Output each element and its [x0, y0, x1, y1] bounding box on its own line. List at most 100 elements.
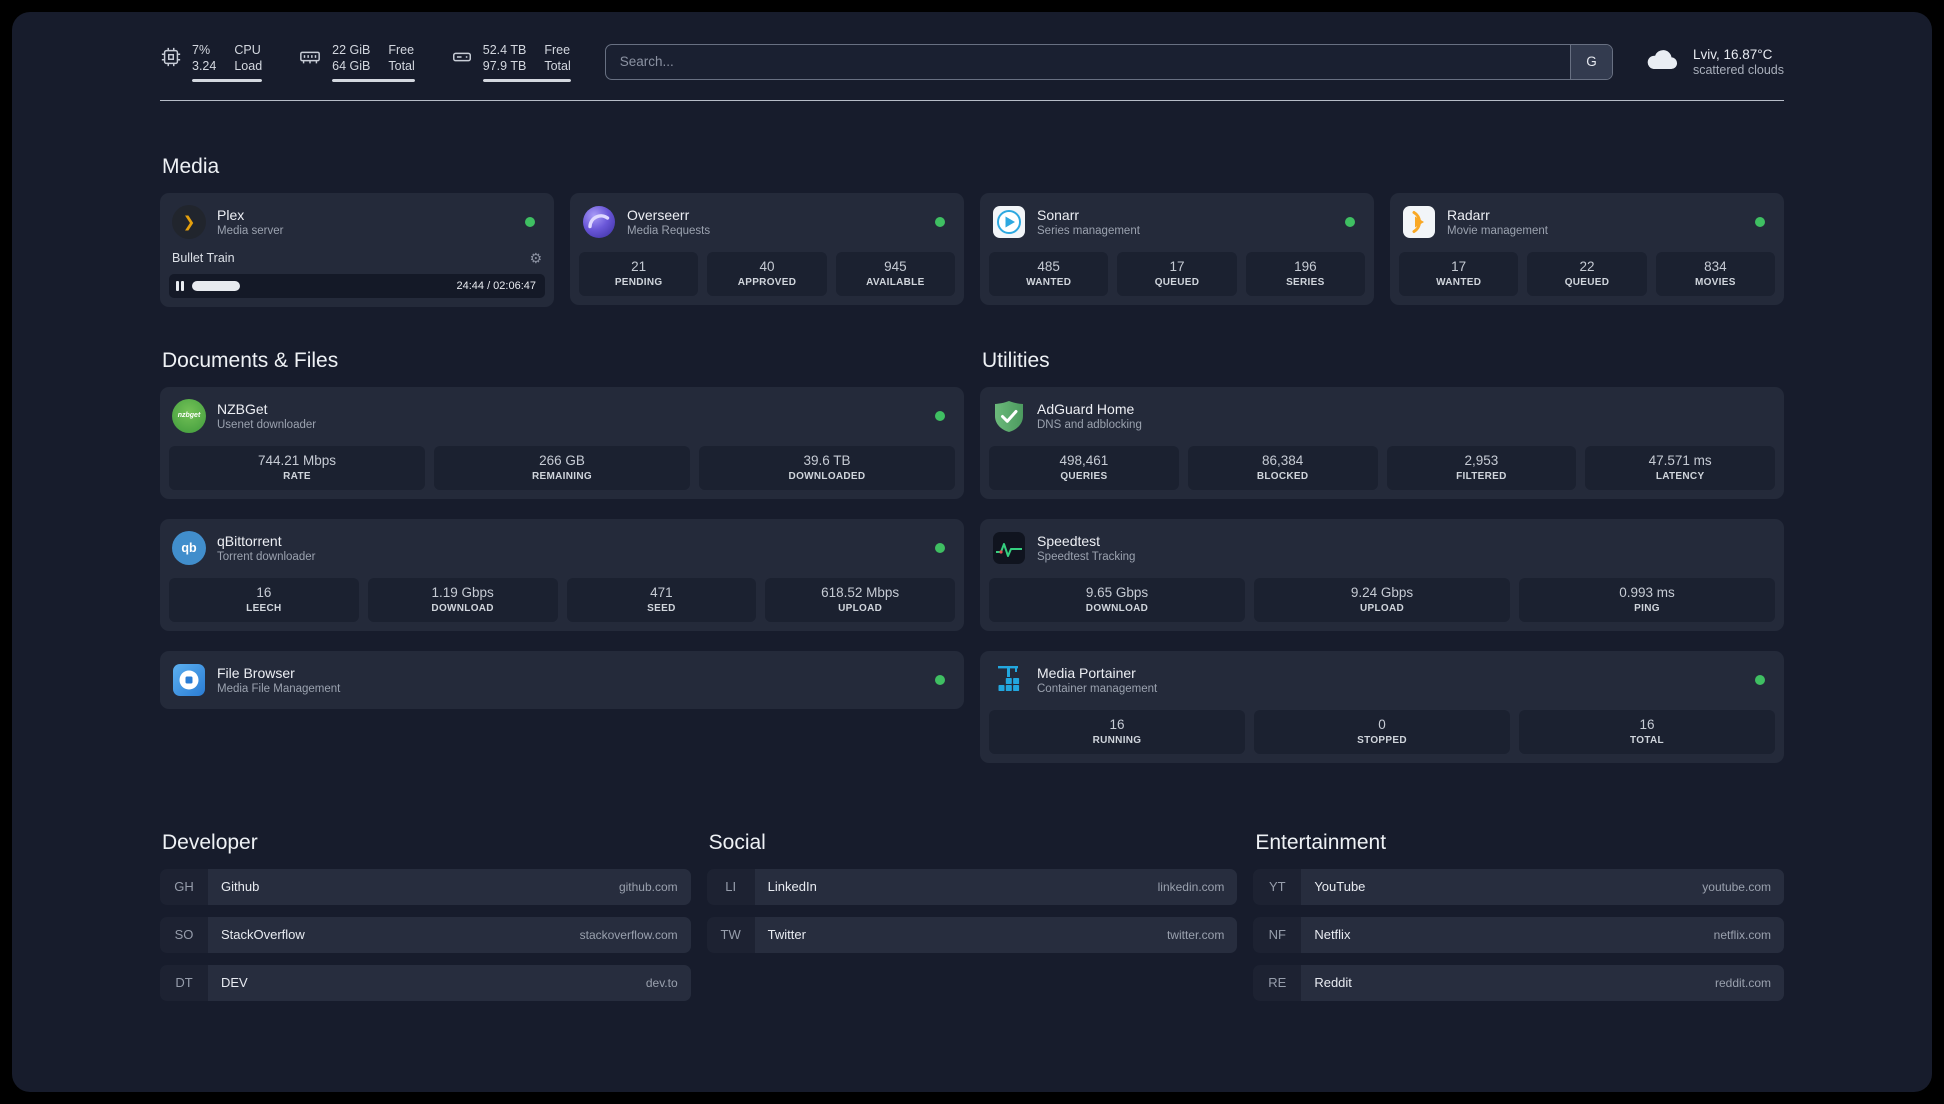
plex-player-bar: 24:44 / 02:06:47	[169, 273, 545, 298]
stat-tile: 945 AVAILABLE	[835, 251, 955, 296]
stat-label: LATENCY	[1655, 470, 1705, 482]
cpu-load: 3.24	[192, 59, 217, 74]
adguard-icon	[992, 399, 1026, 433]
bookmark-domain: linkedin.com	[1157, 879, 1225, 894]
stat-tile: 9.24 Gbps UPLOAD	[1254, 577, 1510, 622]
stat-value: 17	[1451, 258, 1467, 274]
bookmark-dev[interactable]: DT DEV dev.to	[160, 964, 691, 1001]
bookmark-group-title: Social	[708, 830, 766, 854]
bookmark-stackoverflow[interactable]: SO StackOverflow stackoverflow.com	[160, 916, 691, 953]
bookmark-group-title: Entertainment	[1255, 830, 1387, 854]
memory-total: 64 GiB	[332, 59, 371, 74]
stat-label: RATE	[283, 470, 311, 482]
bookmark-twitter[interactable]: TW Twitter twitter.com	[706, 916, 1238, 953]
pause-icon[interactable]	[176, 280, 184, 291]
bookmark-group-developer: Developer GH Github github.com SO StackO…	[160, 831, 691, 1001]
service-link-speedtest[interactable]: Speedtest Speedtest Tracking	[989, 528, 1775, 568]
bookmark-abbr: DT	[160, 964, 208, 1001]
bookmark-name: Twitter	[767, 927, 806, 942]
service-card-sonarr: Sonarr Series management 485 WANTED 17 Q…	[980, 192, 1374, 305]
bookmark-linkedin[interactable]: LI LinkedIn linkedin.com	[706, 868, 1238, 905]
stat-label: APPROVED	[737, 276, 797, 288]
dashboard: 7% CPU 3.24 Load 22 GiB Free 64 GiB Tota…	[12, 12, 1932, 1092]
service-stats: 9.65 Gbps DOWNLOAD 9.24 Gbps UPLOAD 0.99…	[989, 577, 1775, 622]
memory-label-1: Free	[388, 43, 415, 57]
stat-label: WANTED	[1436, 276, 1482, 288]
stat-value: 17	[1169, 258, 1185, 274]
stat-label: BLOCKED	[1256, 470, 1309, 482]
service-card-overseerr: Overseerr Media Requests 21 PENDING 40 A…	[570, 192, 964, 305]
service-link-overseerr[interactable]: Overseerr Media Requests	[579, 202, 955, 242]
stat-tile: 9.65 Gbps DOWNLOAD	[989, 577, 1245, 622]
section-media: Media ❯ Plex Media server Bullet Train ⚙	[160, 155, 1784, 307]
search-provider-button[interactable]: G	[1569, 44, 1612, 79]
service-subtitle: Movie management	[1447, 224, 1548, 237]
bookmark-github[interactable]: GH Github github.com	[160, 868, 691, 905]
service-link-adguard[interactable]: AdGuard Home DNS and adblocking	[989, 396, 1775, 436]
stat-tile: 17 QUEUED	[1117, 251, 1237, 296]
progress-track[interactable]	[191, 274, 449, 298]
search-input[interactable]	[605, 44, 1570, 79]
service-card-radarr: Radarr Movie management 17 WANTED 22 QUE…	[1390, 192, 1784, 305]
status-dot	[1755, 216, 1765, 227]
service-name: Media Portainer	[1037, 664, 1136, 681]
bookmark-abbr: LI	[706, 868, 755, 905]
section-title-utilities: Utilities	[982, 348, 1050, 372]
service-link-radarr[interactable]: Radarr Movie management	[1399, 202, 1775, 242]
service-name: qBittorrent	[217, 532, 282, 549]
status-dot	[525, 216, 535, 227]
stat-value: 744.21 Mbps	[257, 452, 337, 468]
portainer-icon	[992, 663, 1026, 697]
gear-icon[interactable]: ⚙	[529, 251, 542, 265]
stat-tile: 196 SERIES	[1245, 251, 1365, 296]
bookmark-reddit[interactable]: RE Reddit reddit.com	[1253, 964, 1784, 1001]
section-documents: Documents & Files nzbget NZBGet Usenet d…	[160, 349, 964, 709]
bookmark-abbr: TW	[706, 916, 755, 953]
playback-time: 24:44 / 02:06:47	[456, 279, 536, 292]
cloud-icon	[1643, 46, 1681, 78]
cpu-percent: 7%	[192, 43, 211, 57]
service-card-nzbget: nzbget NZBGet Usenet downloader 744.21 M…	[160, 386, 964, 499]
service-subtitle: Speedtest Tracking	[1037, 550, 1136, 563]
service-link-portainer[interactable]: Media Portainer Container management	[989, 660, 1775, 700]
stat-tile: 1.19 Gbps DOWNLOAD	[367, 577, 558, 622]
service-link-sonarr[interactable]: Sonarr Series management	[989, 202, 1365, 242]
search-bar: G	[604, 43, 1613, 80]
stat-label: DOWNLOADED	[788, 470, 866, 482]
stat-value: 945	[884, 258, 907, 274]
service-link-filebrowser[interactable]: File Browser Media File Management	[169, 660, 955, 700]
bookmark-abbr: NF	[1253, 916, 1302, 953]
stat-value: 16	[1639, 716, 1655, 732]
status-dot	[1345, 216, 1355, 227]
service-link-nzbget[interactable]: nzbget NZBGet Usenet downloader	[169, 396, 955, 436]
bookmark-domain: stackoverflow.com	[579, 927, 678, 942]
service-stats: 744.21 Mbps RATE 266 GB REMAINING 39.6 T…	[169, 445, 955, 490]
service-stats: 21 PENDING 40 APPROVED 945 AVAILABLE	[579, 251, 955, 296]
stat-tile: 618.52 Mbps UPLOAD	[765, 577, 955, 622]
service-link-qbittorrent[interactable]: qb qBittorrent Torrent downloader	[169, 528, 955, 568]
bookmark-youtube[interactable]: YT YouTube youtube.com	[1253, 868, 1784, 905]
stat-label: LEECH	[246, 602, 282, 614]
stat-value: 22	[1579, 258, 1595, 274]
stat-value: 40	[759, 258, 775, 274]
service-stats: 485 WANTED 17 QUEUED 196 SERIES	[989, 251, 1365, 296]
service-subtitle: Media server	[217, 224, 284, 237]
topbar-divider	[160, 99, 1784, 101]
bookmark-group-entertainment: Entertainment YT YouTube youtube.com NF …	[1253, 831, 1784, 1001]
stat-tile: 834 MOVIES	[1655, 251, 1775, 296]
bookmark-netflix[interactable]: NF Netflix netflix.com	[1253, 916, 1784, 953]
section-utilities: Utilities AdGuard Home DNS and adblockin…	[980, 349, 1784, 763]
bookmark-abbr: GH	[160, 868, 208, 905]
stat-value: 498,461	[1059, 452, 1109, 468]
service-stats: 498,461 QUERIES 86,384 BLOCKED 2,953 FIL…	[989, 445, 1775, 490]
memory-usage-bar	[332, 78, 415, 82]
stat-label: REMAINING	[532, 470, 592, 482]
stat-value: 834	[1704, 258, 1727, 274]
weather-widget[interactable]: Lviv, 16.87°C scattered clouds	[1643, 46, 1784, 78]
service-name: Sonarr	[1037, 206, 1080, 223]
service-link-plex[interactable]: ❯ Plex Media server	[169, 202, 545, 242]
stat-value: 1.19 Gbps	[431, 584, 494, 600]
weather-condition: scattered clouds	[1692, 62, 1784, 77]
disk-widget: 52.4 TB Free 97.9 TB Total	[451, 42, 571, 82]
stat-tile: 485 WANTED	[989, 251, 1109, 296]
